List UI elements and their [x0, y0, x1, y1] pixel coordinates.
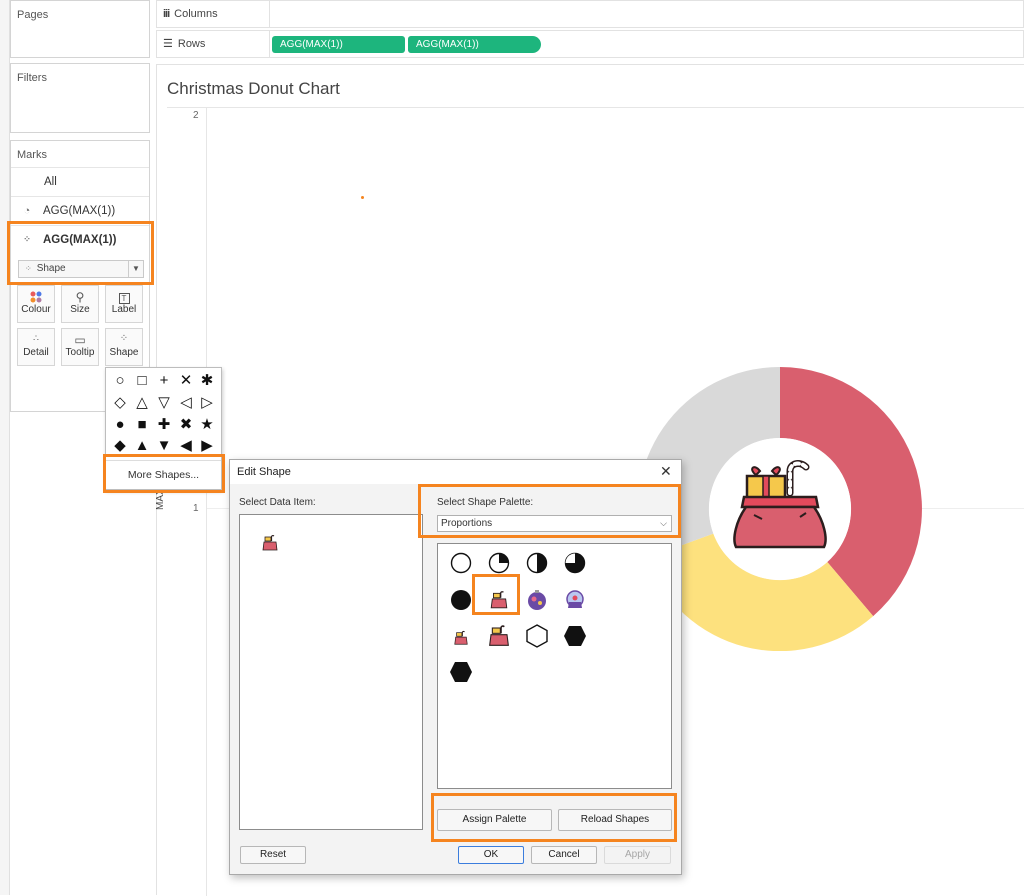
triangle-down-outline-icon[interactable]: ▽ [155, 394, 173, 412]
size-icon: ⚲ [75, 290, 85, 304]
shape-icon: ⁘ [119, 333, 129, 344]
dialog-title: Edit Shape [237, 466, 291, 478]
rows-shelf: ☰ Rows AGG(MAX(1)) AGG(MAX(1)) [156, 30, 1024, 58]
proportion-25-icon[interactable] [488, 552, 510, 574]
tooltip-button[interactable]: ▭ Tooltip [61, 328, 99, 366]
asterisk-icon[interactable]: ✱ [198, 372, 216, 390]
shape-button[interactable]: ⁘ Shape [105, 328, 143, 366]
square-outline-icon[interactable]: □ [133, 372, 151, 390]
y-tick-2: 2 [193, 110, 199, 121]
proportion-100-icon[interactable] [450, 589, 472, 611]
proportion-0-icon[interactable] [450, 552, 472, 574]
select-data-item-label: Select Data Item: [239, 497, 316, 508]
highlight-santa-shape [472, 574, 520, 615]
plus-bold-icon[interactable]: ✚ [155, 416, 173, 434]
left-gutter [0, 0, 10, 895]
apply-button[interactable]: Apply [604, 846, 671, 864]
tooltip-icon: ▭ [74, 333, 86, 347]
square-filled-icon[interactable]: ■ [133, 416, 151, 434]
triangle-left-outline-icon[interactable]: ◁ [177, 394, 195, 412]
rows-shelf-label: ☰ Rows [157, 31, 270, 58]
highlight-palette-select [418, 484, 681, 538]
title-divider [167, 107, 1024, 108]
colour-dots-icon [18, 290, 54, 304]
santa-bag-large-icon[interactable] [487, 624, 511, 648]
row-pill-1[interactable]: AGG(MAX(1)) [272, 36, 405, 53]
ok-button[interactable]: OK [458, 846, 524, 864]
marks-title: Marks [17, 149, 47, 161]
triangle-right-outline-icon[interactable]: ▷ [198, 394, 216, 412]
proportion-75-icon[interactable] [564, 552, 586, 574]
pie-mark-icon: ◔ [23, 204, 31, 217]
label-button[interactable]: T Label [105, 285, 143, 323]
pages-panel: Pages [10, 0, 150, 58]
rows-icon: ☰ [163, 38, 173, 50]
size-button[interactable]: ⚲ Size [61, 285, 99, 323]
y-tick-1: 1 [193, 503, 199, 514]
label-icon: T [106, 290, 142, 304]
diamond-outline-icon[interactable]: ◇ [111, 394, 129, 412]
circle-outline-icon[interactable]: ○ [111, 372, 129, 390]
y-axis-line [206, 108, 207, 896]
row-pill-2[interactable]: AGG(MAX(1)) [408, 36, 541, 53]
proportion-50-icon[interactable] [526, 552, 548, 574]
star-filled-icon[interactable]: ★ [198, 416, 216, 434]
triangle-up-outline-icon[interactable]: △ [133, 394, 151, 412]
hexagon-filled-2-icon[interactable] [449, 660, 473, 684]
dialog-titlebar: Edit Shape ✕ [230, 460, 681, 484]
circle-filled-icon[interactable]: ● [111, 416, 129, 434]
filters-panel: Filters [10, 63, 150, 133]
data-item-list[interactable] [239, 514, 423, 830]
pages-title: Pages [17, 9, 49, 21]
triangle-left-filled-icon[interactable]: ◀ [177, 437, 195, 455]
colour-button[interactable]: Colour [17, 285, 55, 323]
hexagon-filled-icon[interactable] [563, 624, 587, 648]
columns-shelf: iii Columns [156, 0, 1024, 28]
ornament-globe-icon[interactable] [526, 589, 548, 611]
edit-shape-dialog: Edit Shape ✕ Select Data Item: Select Sh… [229, 459, 682, 875]
reset-button[interactable]: Reset [240, 846, 306, 864]
santa-bag-item-icon[interactable] [261, 534, 279, 552]
viz-title: Christmas Donut Chart [167, 79, 340, 98]
marks-row-pie[interactable]: ◔ AGG(MAX(1)) [11, 196, 149, 224]
close-icon[interactable]: ✕ [660, 463, 672, 480]
highlight-palette-buttons [431, 793, 677, 842]
cancel-button[interactable]: Cancel [531, 846, 597, 864]
cross-bold-icon[interactable]: ✖ [177, 416, 195, 434]
marks-row-all[interactable]: All [11, 167, 149, 195]
highlight-shape-marks [7, 221, 154, 285]
triangle-right-filled-icon[interactable]: ▶ [198, 437, 216, 455]
highlight-more-shapes [103, 454, 225, 493]
triangle-down-filled-icon[interactable]: ▼ [155, 437, 173, 455]
plus-icon[interactable]: + [155, 372, 173, 390]
detail-button[interactable]: ∴ Detail [17, 328, 55, 366]
cross-icon[interactable]: ✕ [177, 372, 195, 390]
snow-globe-icon[interactable] [564, 589, 586, 611]
hexagon-outline-icon[interactable] [525, 624, 549, 648]
orange-dot [361, 196, 364, 199]
detail-icon: ∴ [33, 333, 39, 343]
columns-shelf-label: iii Columns [157, 1, 270, 28]
filters-title: Filters [17, 72, 47, 84]
columns-icon: iii [163, 8, 170, 20]
diamond-filled-icon[interactable]: ◆ [111, 437, 129, 455]
santa-bag-small-icon[interactable] [452, 630, 470, 646]
triangle-up-filled-icon[interactable]: ▲ [133, 437, 151, 455]
